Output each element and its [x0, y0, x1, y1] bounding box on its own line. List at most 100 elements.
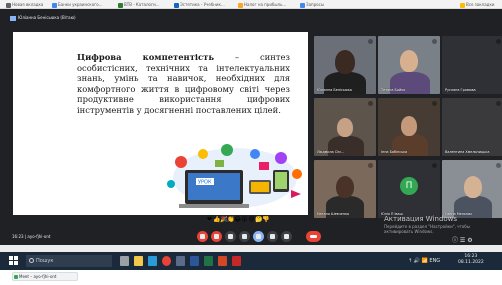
- presenter-label: Юлiанна Бенiсьюка (Вiтаю): [10, 13, 76, 23]
- taskbar-search[interactable]: Пошук: [26, 255, 112, 267]
- participant-tile[interactable]: Наталя Шевченко: [314, 160, 376, 218]
- participant-name: Людмила Сiм...: [317, 150, 344, 154]
- clock-date: 08.11.2022: [458, 260, 484, 265]
- reaction-thumbs-down[interactable]: 👎: [262, 215, 269, 224]
- participant-tile[interactable]: Валентина Хмельницька: [442, 98, 502, 156]
- taskbar: Пошук ↑ 🔊 📶 ENG 16:23 08.11.2022: [0, 252, 502, 270]
- mic-off-icon: [496, 163, 501, 168]
- bookmark-item[interactable]: ВТВ - Каталоги...: [118, 1, 160, 8]
- mic-icon: [200, 234, 205, 239]
- clock[interactable]: 16:23 08.11.2022: [458, 254, 484, 266]
- more-icon: [284, 234, 289, 239]
- presented-slide: Цифрова компетентість – синтез особистіс…: [13, 32, 308, 215]
- hand-icon: [242, 234, 247, 239]
- search-icon: [29, 258, 34, 263]
- present-icon: [256, 234, 261, 239]
- mic-off-icon: [432, 101, 437, 106]
- participant-tile[interactable]: Ганна Мельник: [442, 160, 502, 218]
- pdf-icon[interactable]: [232, 256, 241, 266]
- slide-term: Цифрова компетентість: [77, 52, 215, 62]
- mic-off-icon: [496, 39, 501, 44]
- bookmark-label: ВТВ - Каталоги...: [124, 2, 160, 7]
- word-icon[interactable]: [190, 256, 199, 266]
- activate-title: Активация Windows: [384, 215, 458, 223]
- system-tray[interactable]: ↑ 🔊 📶 ENG: [408, 255, 440, 267]
- activate-windows-watermark: Активация Windows Перейдите в раздел "На…: [384, 215, 470, 234]
- bookmark-item[interactable]: Банки украинскoго...: [52, 1, 103, 8]
- browser-bottom-strip: [0, 245, 502, 252]
- bookmark-item[interactable]: Все закладки: [460, 1, 494, 8]
- participant-tile[interactable]: П Юлiя П Іваш: [378, 160, 440, 218]
- bookmark-item[interactable]: Эстетика - Учебник...: [174, 1, 225, 8]
- bookmark-icon: [300, 2, 305, 8]
- reaction-sad[interactable]: 😢: [248, 215, 255, 224]
- bookmark-label: Банки украинскoго...: [58, 2, 103, 7]
- bookmark-label: Налог на прибыль...: [244, 2, 287, 7]
- excel-icon[interactable]: [204, 256, 213, 266]
- captions-icon: [228, 234, 233, 239]
- participant-video-head: [464, 176, 482, 198]
- participant-name: Руслана Громова: [445, 88, 476, 92]
- bookmark-icon: [52, 2, 57, 8]
- reaction-surprised[interactable]: 😮: [241, 215, 248, 224]
- emoji-icon: [270, 234, 275, 239]
- windows-logo-icon: [9, 256, 13, 260]
- reaction-party[interactable]: 🎉: [220, 215, 227, 224]
- slide-text: Цифрова компетентість – синтез особистіс…: [77, 52, 290, 116]
- raise-hand-button[interactable]: [239, 231, 250, 242]
- reaction-heart[interactable]: ❤: [206, 215, 213, 224]
- file-explorer-icon[interactable]: [134, 256, 143, 266]
- participant-avatar: П: [400, 177, 418, 195]
- browser-tab-label: Meet – ayo-fjhi-ont: [19, 274, 57, 279]
- edge-icon[interactable]: [148, 256, 157, 266]
- bookmark-icon: [118, 2, 123, 8]
- bookmark-item[interactable]: Новая вкладка: [6, 1, 43, 8]
- participant-tile[interactable]: Людмила Сiм...: [314, 98, 376, 156]
- bookmark-label: Запросы: [306, 2, 324, 7]
- bookmark-item[interactable]: Запросы: [300, 1, 324, 8]
- task-view-icon[interactable]: [120, 256, 129, 266]
- reaction-bar: ❤👍🎉👏😂😮😢🤔👎: [206, 215, 301, 224]
- bookmark-icon: [6, 2, 11, 8]
- digital-cloud-illustration: УРОК: [167, 144, 302, 208]
- participant-tile[interactable]: Руслана Громова: [442, 36, 502, 94]
- reaction-clap[interactable]: 👏: [227, 215, 234, 224]
- bookmark-item[interactable]: Налог на прибыль...: [238, 1, 286, 8]
- windows-logo-icon: [14, 261, 18, 265]
- meet-icon: [14, 275, 18, 279]
- reaction-thumbs-up[interactable]: 👍: [213, 215, 220, 224]
- participant-name: Валентина Хмельницька: [445, 150, 490, 154]
- reaction-laugh[interactable]: 😂: [234, 215, 241, 224]
- more-options-button[interactable]: [281, 231, 292, 242]
- cloud-label: УРОК: [198, 180, 212, 186]
- bookmarks-bar: Новая вкладка Банки украинскoго... ВТВ -…: [0, 0, 502, 9]
- participant-tile[interactable]: Інна Бабiнська: [378, 98, 440, 156]
- activate-line: активировать Windows.: [384, 229, 434, 234]
- mic-off-icon: [496, 101, 501, 106]
- reaction-thinking[interactable]: 🤔: [255, 215, 262, 224]
- present-button[interactable]: [253, 231, 264, 242]
- reactions-button[interactable]: [267, 231, 278, 242]
- browser-tab[interactable]: Meet – ayo-fjhi-ont: [12, 272, 78, 281]
- powerpoint-icon[interactable]: [218, 256, 227, 266]
- participant-name: Тетяна Бойко: [381, 88, 406, 92]
- meeting-details-controls[interactable]: ⓘ ☰ ⚙: [452, 235, 473, 244]
- mic-button[interactable]: [197, 231, 208, 242]
- end-call-button[interactable]: [306, 231, 321, 242]
- store-icon[interactable]: [176, 256, 185, 266]
- participant-video-head: [400, 50, 418, 72]
- chrome-icon[interactable]: [162, 256, 171, 266]
- meeting-time-code: 16:23 | ayo-fjhi-ont: [12, 234, 51, 239]
- captions-button[interactable]: [225, 231, 236, 242]
- participant-video-head: [401, 116, 417, 136]
- bookmark-label: Все закладки: [466, 2, 495, 7]
- mic-off-icon: [432, 39, 437, 44]
- start-button[interactable]: [9, 256, 19, 266]
- camera-button[interactable]: [211, 231, 222, 242]
- windows-logo-icon: [9, 261, 13, 265]
- participant-tile[interactable]: Юлiанна Бенiсьюка: [314, 36, 376, 94]
- search-placeholder: Пошук: [36, 258, 54, 264]
- participant-name: Інна Бабiнська: [381, 150, 408, 154]
- participant-tile[interactable]: Тетяна Бойко: [378, 36, 440, 94]
- mic-off-icon: [368, 163, 373, 168]
